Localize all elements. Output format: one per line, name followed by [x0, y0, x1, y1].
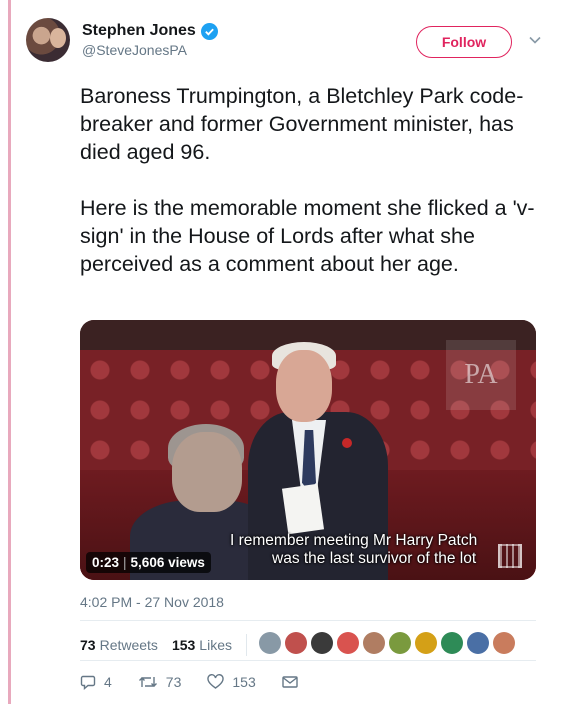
vertical-separator — [245, 633, 247, 656]
video-duration: 0:23 — [92, 555, 120, 570]
retweet-button[interactable]: 73 — [138, 674, 182, 690]
liker-avatar[interactable] — [492, 632, 515, 654]
liker-avatar[interactable] — [258, 632, 281, 654]
direct-message-button[interactable] — [282, 675, 306, 689]
user-name-block[interactable]: Stephen Jones @SteveJonesPA — [82, 22, 218, 58]
tweet-actions: 4 73 153 — [80, 674, 332, 690]
thread-line — [8, 0, 11, 704]
display-name[interactable]: Stephen Jones — [82, 22, 196, 40]
liker-avatars[interactable] — [258, 632, 519, 657]
engagement-stats: 73 Retweets 153 Likes — [80, 632, 519, 657]
tweet-paragraph-1: Baroness Trumpington, a Bletchley Park c… — [80, 84, 524, 164]
divider — [80, 660, 536, 661]
video-figure-woman — [172, 432, 242, 512]
liker-avatar[interactable] — [466, 632, 489, 654]
like-count: 153 — [232, 674, 256, 690]
liker-avatar[interactable] — [440, 632, 463, 654]
retweets-stat[interactable]: 73 Retweets — [80, 637, 158, 653]
tweet-text: Baroness Trumpington, a Bletchley Park c… — [80, 82, 540, 278]
reply-count: 4 — [104, 674, 112, 690]
heart-icon — [207, 674, 225, 689]
reply-icon — [80, 675, 96, 690]
avatar[interactable] — [26, 18, 70, 62]
retweet-count: 73 — [165, 674, 182, 690]
retweets-count: 73 — [80, 636, 96, 653]
liker-avatar[interactable] — [284, 632, 307, 654]
divider — [80, 620, 536, 621]
chevron-down-icon[interactable] — [528, 33, 542, 47]
envelope-icon — [282, 676, 298, 688]
liker-avatar[interactable] — [414, 632, 437, 654]
likes-label: Likes — [199, 636, 232, 653]
user-handle[interactable]: @SteveJonesPA — [82, 42, 218, 58]
reply-button[interactable]: 4 — [80, 674, 112, 690]
video-views: 5,606 views — [130, 555, 205, 570]
likes-stat[interactable]: 153 Likes — [172, 637, 232, 653]
tweet-header: Stephen Jones @SteveJonesPA Follow — [26, 18, 542, 68]
video-stats-badge: 0:23 | 5,606 views — [86, 552, 211, 573]
pa-watermark: PA — [446, 340, 516, 410]
like-button[interactable]: 153 — [207, 674, 256, 690]
retweets-label: Retweets — [99, 636, 158, 653]
verified-badge-icon — [200, 22, 218, 40]
follow-button[interactable]: Follow — [416, 26, 512, 58]
liker-avatar[interactable] — [310, 632, 333, 654]
likes-count: 153 — [171, 636, 196, 653]
tweet-timestamp[interactable]: 4:02 PM - 27 Nov 2018 — [80, 594, 224, 610]
liker-avatar[interactable] — [388, 632, 411, 654]
video-subtitle-line2: was the last survivor of the lot — [272, 550, 477, 567]
video-player[interactable]: PA I remember meeting Mr Harry Patch was… — [80, 320, 536, 580]
video-subtitle-line1: I remember meeting Mr Harry Patch — [230, 532, 478, 549]
tweet-paragraph-2: Here is the memorable moment she flicked… — [80, 196, 535, 276]
retweet-icon — [138, 677, 157, 687]
liker-avatar[interactable] — [336, 632, 359, 654]
liker-avatar[interactable] — [362, 632, 385, 654]
